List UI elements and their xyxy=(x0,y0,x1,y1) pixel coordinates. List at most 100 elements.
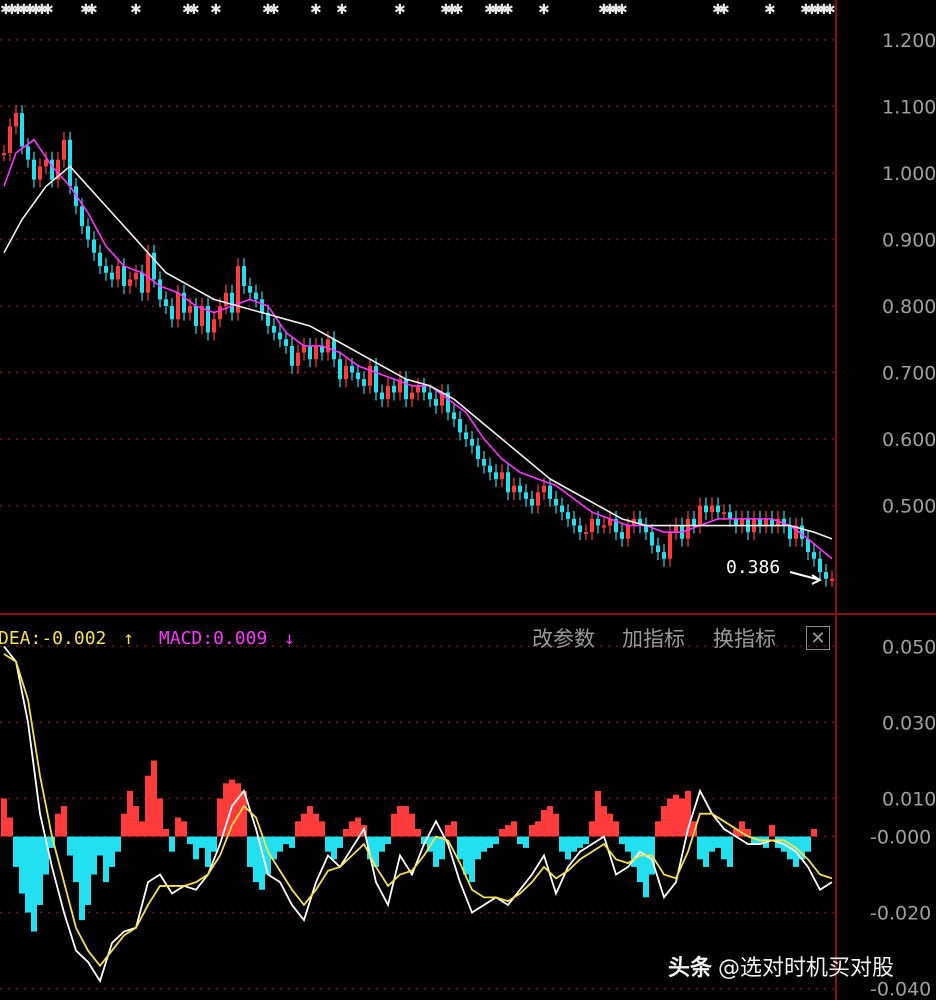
event-marker-icon: ✱ xyxy=(86,2,98,18)
candle-body xyxy=(38,166,42,180)
candle-body xyxy=(254,292,258,300)
candle-body xyxy=(314,345,318,360)
candle-body xyxy=(368,365,372,386)
event-marker-icon: ✱ xyxy=(42,2,54,18)
candle-body xyxy=(116,266,120,280)
candle-body xyxy=(422,385,426,393)
event-marker-icon: ✱ xyxy=(188,2,200,18)
macd-bar xyxy=(79,836,85,921)
macd-bar xyxy=(523,836,529,848)
candle-body xyxy=(110,272,114,280)
last-price-label: 0.386 xyxy=(726,557,781,578)
candle-body xyxy=(758,518,762,526)
candle-body xyxy=(296,352,300,366)
macd-bar xyxy=(37,836,43,905)
price-tick-label: 0.700 xyxy=(882,363,936,385)
candle-body xyxy=(734,518,738,526)
price-axis: 1.200 1.100 1.000 0.900 0.800 0.700 0.600 0.500 xyxy=(882,30,936,518)
macd-bar xyxy=(379,836,385,852)
candle-body xyxy=(302,345,306,353)
candle-body xyxy=(122,266,126,287)
candle-body xyxy=(494,472,498,479)
candle-body xyxy=(98,252,102,267)
candle-body xyxy=(488,465,492,473)
macd-bar xyxy=(175,817,181,837)
candle-body xyxy=(50,159,54,180)
macd-bar xyxy=(1,798,7,837)
candle-body xyxy=(506,472,510,493)
macd-bar xyxy=(607,813,613,837)
candle-body xyxy=(740,518,744,526)
candle-body xyxy=(566,512,570,519)
event-marker-icon: ✱ xyxy=(210,2,222,18)
candle-body xyxy=(272,325,276,333)
close-indicator-button[interactable]: ✕ xyxy=(806,626,830,650)
candle-body xyxy=(278,332,282,340)
candle-body xyxy=(728,512,732,519)
candle-body xyxy=(428,392,432,400)
macd-bar xyxy=(505,825,511,837)
event-marker-icon: ✱ xyxy=(452,2,464,18)
macd-bar xyxy=(301,813,307,837)
candle-body xyxy=(26,146,30,160)
macd-bar xyxy=(31,836,37,932)
indicator-tick-label: 0.010 xyxy=(882,788,936,810)
candle-body xyxy=(548,485,552,499)
candle-body xyxy=(158,279,162,300)
candle-body xyxy=(458,419,462,433)
long-ma-line xyxy=(3,165,833,540)
moving-average-lines xyxy=(3,138,833,560)
macd-bar xyxy=(157,798,163,837)
switch-indicator-button[interactable]: 换指标 xyxy=(713,622,776,656)
event-marker-icon: ✱ xyxy=(310,2,322,18)
candle-body xyxy=(62,139,66,160)
macd-bar xyxy=(67,836,73,856)
candle-body xyxy=(812,552,816,559)
candle-body xyxy=(536,492,540,506)
macd-bar xyxy=(199,836,205,848)
dea-arrow-icon: ↑ xyxy=(123,628,135,649)
indicator-tick-label: 0.030 xyxy=(882,712,936,734)
add-indicator-button[interactable]: 加指标 xyxy=(622,622,685,656)
candle-body xyxy=(710,505,714,513)
candle-body xyxy=(704,505,708,513)
macd-bar xyxy=(193,836,199,860)
macd-bar xyxy=(655,821,661,837)
macd-bar xyxy=(805,836,811,852)
last-price-arrow xyxy=(789,571,823,585)
macd-bar xyxy=(109,836,115,867)
indicator-tick-label: -0.020 xyxy=(870,903,931,925)
candle-body xyxy=(2,153,6,155)
candle-body xyxy=(518,485,522,493)
candle-body xyxy=(602,525,606,528)
macd-bar xyxy=(331,836,337,860)
macd-bar xyxy=(703,836,709,867)
candle-body xyxy=(146,252,150,293)
candle-body xyxy=(32,159,36,180)
event-marker-icon: ✱ xyxy=(336,2,348,18)
macd-bar xyxy=(721,836,727,860)
candle-body xyxy=(260,299,264,313)
macd-bar xyxy=(103,836,109,883)
candle-body xyxy=(476,445,480,459)
candle-body xyxy=(290,345,294,366)
macd-bar xyxy=(73,836,79,883)
macd-bar xyxy=(319,821,325,837)
price-tick-label: 1.200 xyxy=(882,30,936,52)
modify-params-button[interactable]: 改参数 xyxy=(532,622,595,656)
macd-bar xyxy=(727,836,733,867)
candle-body xyxy=(662,552,666,559)
macd-bar xyxy=(55,813,61,837)
macd-histogram xyxy=(1,760,817,932)
candle-body xyxy=(164,299,168,306)
candle-body xyxy=(692,518,696,526)
candle-body xyxy=(554,498,558,506)
candle-body xyxy=(224,292,228,306)
watermark-brand: 头条 xyxy=(668,956,713,981)
macd-bar xyxy=(583,836,589,845)
macd-bar xyxy=(541,809,547,837)
candle-body xyxy=(818,558,822,573)
macd-label: MACD:0.009 xyxy=(158,628,268,649)
candle-body xyxy=(380,392,384,400)
stock-chart: ✱✱✱✱✱✱✱✱ ✱✱ ✱ ✱✱ ✱ ✱✱ ✱ ✱ ✱ ✱✱✱ ✱✱✱✱ ✱ ✱✱✱✱ ✱✱ ✱ ✱✱✱✱✱ … xyxy=(0,0,936,1000)
